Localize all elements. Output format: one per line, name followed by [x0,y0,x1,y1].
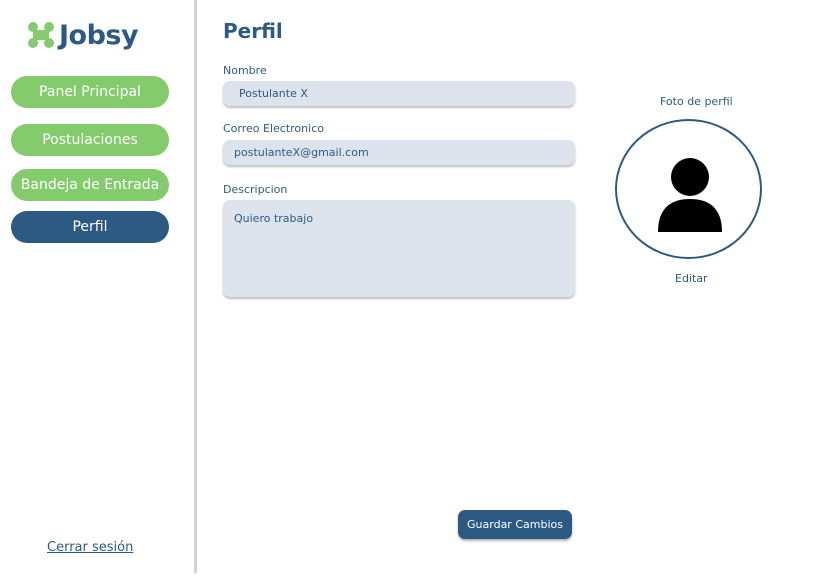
jobsy-logo-icon [28,22,54,48]
page-title: Perfil [223,19,283,43]
email-label: Correo Electronico [223,122,324,135]
name-field-value: Postulante X [239,87,308,100]
name-label: Nombre [223,64,267,77]
sidebar-item-label: Perfil [72,219,108,235]
description-textarea-value: Quiero trabajo [234,212,314,225]
email-field[interactable]: postulanteX@gmail.com [223,140,575,165]
sidebar-item-label: Panel Principal [39,84,141,100]
profile-photo[interactable] [615,119,762,259]
sidebar: Jobsy Panel Principal Postulaciones Band… [0,0,194,583]
sidebar-item-perfil[interactable]: Perfil [11,211,169,243]
edit-photo-link[interactable]: Editar [675,272,708,285]
brand-logo[interactable]: Jobsy [27,18,139,52]
sidebar-item-label: Bandeja de Entrada [20,177,160,193]
logout-link[interactable]: Cerrar sesión [47,540,133,555]
save-changes-label: Guardar Cambios [467,518,563,531]
sidebar-item-bandeja-de-entrada[interactable]: Bandeja de Entrada [11,169,169,201]
name-field[interactable]: Postulante X [223,81,575,106]
sidebar-divider [194,0,197,573]
sidebar-item-label: Postulaciones [42,132,138,148]
brand-name: Jobsy [59,19,139,51]
description-textarea[interactable]: Quiero trabajo [223,200,575,297]
user-avatar-icon [658,158,722,232]
email-field-value: postulanteX@gmail.com [234,146,369,159]
description-label: Descripcion [223,183,288,196]
sidebar-item-panel-principal[interactable]: Panel Principal [11,76,169,108]
save-changes-button[interactable]: Guardar Cambios [458,510,572,539]
sidebar-item-postulaciones[interactable]: Postulaciones [11,124,169,156]
photo-caption: Foto de perfil [660,95,733,108]
